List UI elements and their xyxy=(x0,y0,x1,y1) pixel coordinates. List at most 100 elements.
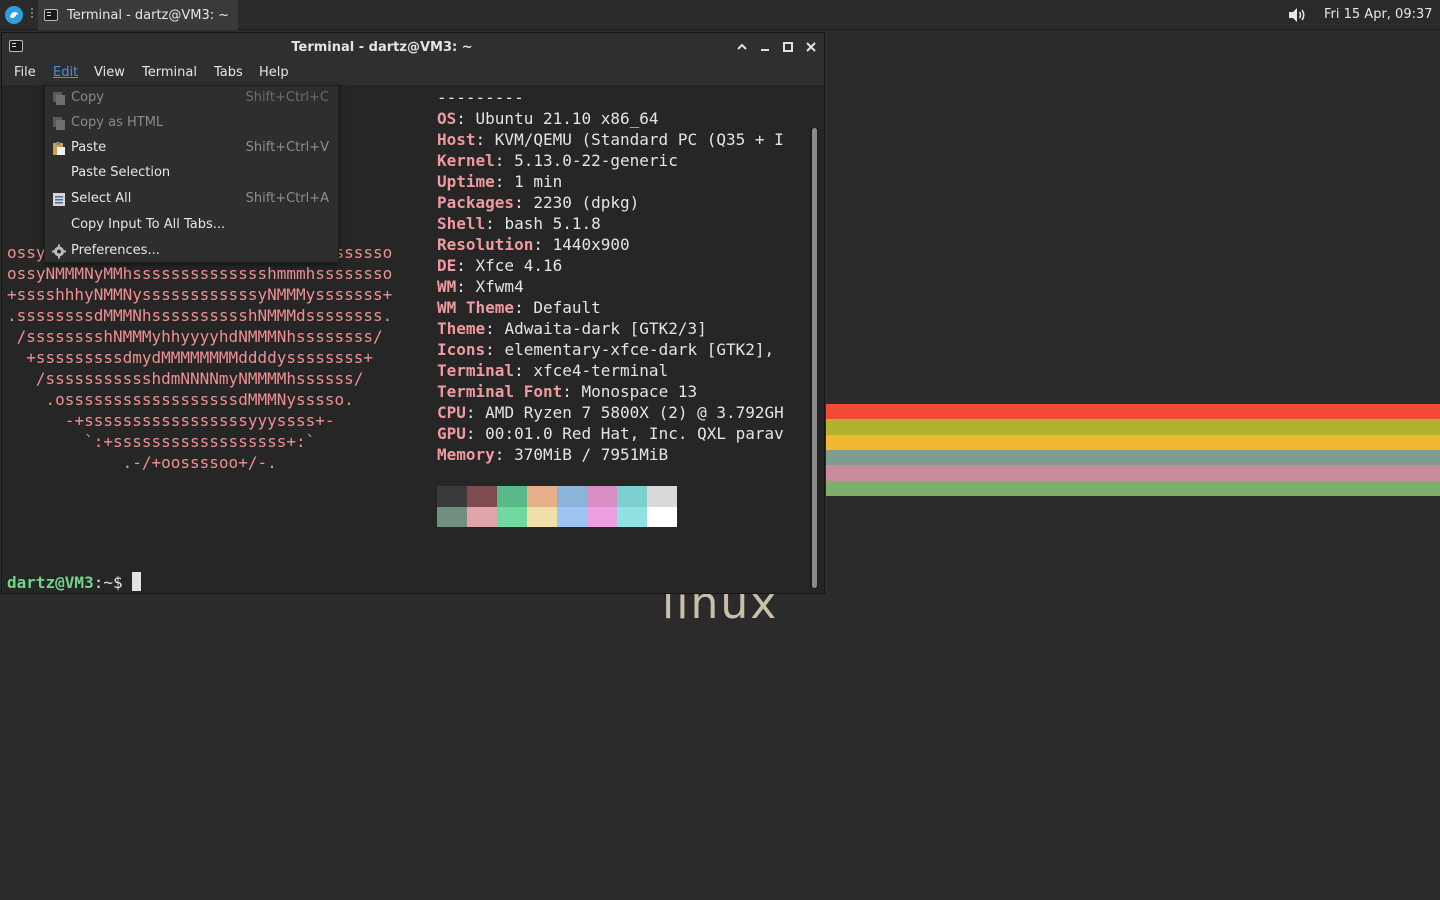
gear-icon xyxy=(52,244,66,259)
paste-icon xyxy=(52,141,66,156)
minimize-button[interactable] xyxy=(757,39,773,55)
info-row: Memory: 370MiB / 7951MiB xyxy=(437,444,668,465)
menu-edit[interactable]: Edit xyxy=(53,65,78,80)
menu-help[interactable]: Help xyxy=(259,65,289,80)
palette-swatch xyxy=(647,506,677,527)
keep-above-button[interactable] xyxy=(734,39,750,55)
palette-swatch xyxy=(617,506,647,527)
panel-handle xyxy=(31,8,35,22)
menu-item-copy-as-html[interactable]: Copy as HTML xyxy=(45,111,338,136)
info-key: Terminal Font xyxy=(437,382,563,401)
info-value: : Xfce 4.16 xyxy=(456,256,563,275)
info-row: Host: KVM/QEMU (Standard PC (Q35 + I xyxy=(437,129,784,150)
menu-item-label: Select All xyxy=(71,191,132,206)
ascii-logo-line: /sssssssshNMMMyhhyyyyhdNMMMNhssssssss/ xyxy=(7,327,383,346)
menu-item-shortcut: Shift+Ctrl+V xyxy=(245,140,329,155)
palette-swatch xyxy=(557,486,587,507)
wallpaper-stripe xyxy=(826,419,1440,435)
info-value: : 00:01.0 Red Hat, Inc. QXL parav xyxy=(465,424,784,443)
menu-terminal[interactable]: Terminal xyxy=(142,65,197,80)
taskbar-button-label: Terminal - dartz@VM3: ~ xyxy=(67,7,230,23)
palette-swatch xyxy=(437,486,467,507)
wallpaper-stripe xyxy=(826,480,1440,496)
info-value: : 2230 (dpkg) xyxy=(514,193,640,212)
top-panel: Terminal - dartz@VM3: ~ Fri 15 Apr, 09:3… xyxy=(0,0,1440,30)
wallpaper-stripe xyxy=(826,449,1440,466)
maximize-button[interactable] xyxy=(780,39,796,55)
info-value: : Ubuntu 21.10 x86_64 xyxy=(456,109,659,128)
info-value: : KVM/QEMU (Standard PC (Q35 + I xyxy=(475,130,784,149)
info-row: Terminal: xfce4-terminal xyxy=(437,360,668,381)
info-value: : Xfwm4 xyxy=(456,277,524,296)
info-row: Icons: elementary-xfce-dark [GTK2], xyxy=(437,339,774,360)
shell-prompt[interactable]: dartz@VM3:~$ xyxy=(7,572,142,593)
palette-swatch xyxy=(497,486,527,507)
menu-item-select-all[interactable]: Select All Shift+Ctrl+A xyxy=(45,187,338,212)
menu-item-label: Paste Selection xyxy=(71,165,171,180)
xfce-whisker-menu-icon[interactable] xyxy=(5,6,23,24)
info-key: Terminal xyxy=(437,361,515,380)
info-key: Memory xyxy=(437,445,495,464)
info-row: Kernel: 5.13.0-22-generic xyxy=(437,150,678,171)
info-key: Kernel xyxy=(437,151,495,170)
info-value: : 1440x900 xyxy=(533,235,630,254)
menu-view[interactable]: View xyxy=(94,65,125,80)
info-row: WM: Xfwm4 xyxy=(437,276,524,297)
wallpaper-stripe xyxy=(826,465,1440,481)
info-row: GPU: 00:01.0 Red Hat, Inc. QXL parav xyxy=(437,423,784,444)
close-button[interactable] xyxy=(803,39,819,55)
copy-icon xyxy=(52,91,66,106)
palette-swatch xyxy=(527,486,557,507)
info-key: GPU xyxy=(437,424,466,443)
info-row: WM Theme: Default xyxy=(437,297,601,318)
ascii-logo-line: ossyNMMMNyMMhsssssssssssssshmmmhssssssso xyxy=(7,264,393,283)
select-all-icon xyxy=(52,192,66,207)
info-value: : bash 5.1.8 xyxy=(485,214,601,233)
info-value: : Default xyxy=(514,298,601,317)
menu-item-copy-input-to-all-tabs[interactable]: Copy Input To All Tabs... xyxy=(45,213,338,238)
scrollbar-thumb[interactable] xyxy=(812,128,817,588)
menu-item-label: Preferences... xyxy=(71,243,160,258)
menu-file[interactable]: File xyxy=(14,65,36,80)
ascii-logo-line: +sssssssssdmydMMMMMMMMddddyssssssss+ xyxy=(7,348,374,367)
info-key: Packages xyxy=(437,193,515,212)
window-titlebar[interactable]: Terminal - dartz@VM3: ~ xyxy=(2,33,824,61)
panel-clock[interactable]: Fri 15 Apr, 09:37 xyxy=(1324,7,1433,22)
wallpaper-stripes xyxy=(826,404,1440,496)
menu-item-copy[interactable]: Copy Shift+Ctrl+C xyxy=(45,86,338,111)
palette-swatch xyxy=(617,486,647,507)
menu-item-paste[interactable]: Paste Shift+Ctrl+V xyxy=(45,136,338,161)
menu-item-paste-selection[interactable]: Paste Selection xyxy=(45,161,338,186)
info-key: WM xyxy=(437,277,457,296)
terminal-icon xyxy=(44,9,58,21)
info-key: DE xyxy=(437,256,457,275)
menu-item-preferences[interactable]: Preferences... xyxy=(45,239,338,264)
ascii-logo-line: .-/+oossssoo+/-. xyxy=(7,453,277,472)
info-row: OS: Ubuntu 21.10 x86_64 xyxy=(437,108,659,129)
info-row: Packages: 2230 (dpkg) xyxy=(437,192,639,213)
info-row: Theme: Adwaita-dark [GTK2/3] xyxy=(437,318,707,339)
menu-item-label: Copy xyxy=(71,90,104,105)
info-value: : 370MiB / 7951MiB xyxy=(494,445,669,464)
info-row: CPU: AMD Ryzen 7 5800X (2) @ 3.792GH xyxy=(437,402,784,423)
prompt-path: :~$ xyxy=(93,573,133,592)
volume-icon[interactable] xyxy=(1287,6,1307,24)
ascii-logo-line: +sssshhhyNMMNyssssssssssssyNMMMysssssss+ xyxy=(7,285,393,304)
palette-swatch xyxy=(587,486,617,507)
taskbar-button-terminal[interactable]: Terminal - dartz@VM3: ~ xyxy=(38,0,238,30)
info-key: OS xyxy=(437,109,457,128)
menu-item-label: Paste xyxy=(71,140,107,155)
wallpaper-stripe xyxy=(826,434,1440,450)
info-value: : elementary-xfce-dark [GTK2], xyxy=(485,340,775,359)
text-cursor xyxy=(132,572,142,591)
copy-html-icon xyxy=(52,116,66,131)
info-value: : 5.13.0-22-generic xyxy=(494,151,678,170)
palette-swatch xyxy=(467,486,497,507)
info-row: Terminal Font: Monospace 13 xyxy=(437,381,697,402)
info-key: Uptime xyxy=(437,172,495,191)
ascii-logo-line: /ssssssssssshdmNNNNmyNMMMMhssssss/ xyxy=(7,369,364,388)
info-row: Resolution: 1440x900 xyxy=(437,234,630,255)
menu-tabs[interactable]: Tabs xyxy=(214,65,243,80)
palette-swatch xyxy=(497,506,527,527)
info-key: Icons xyxy=(437,340,486,359)
